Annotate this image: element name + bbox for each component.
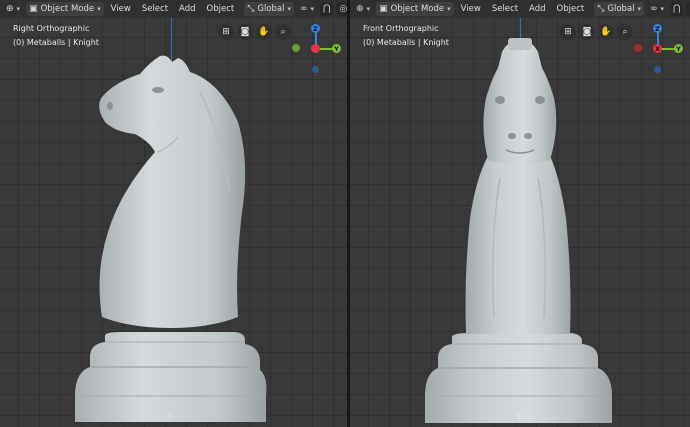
object-mode-icon: ▣ (379, 3, 388, 14)
cube-cursor-icon: ⊕ (6, 3, 14, 14)
x-axis-handle[interactable] (311, 44, 320, 53)
viewport-header: ⊕ ▾ ▣ Object Mode ▾ View Select Add Objec… (0, 0, 347, 18)
transform-orientation-icon: ⤡ (247, 3, 255, 14)
link-icon: ∞ (300, 3, 308, 14)
chevron-down-icon: ▾ (97, 5, 101, 13)
x-axis-handle[interactable]: X (653, 44, 662, 53)
chevron-down-icon: ▾ (310, 5, 315, 13)
mode-dropdown[interactable]: ▣ Object Mode ▾ (26, 2, 104, 16)
proportional-edit-toggle[interactable]: ◎ (336, 2, 347, 16)
magnet-icon: ⋂ (323, 3, 331, 14)
menu-select[interactable]: Select (138, 4, 172, 14)
neg-y-axis-handle[interactable] (292, 44, 300, 52)
viewport-header: ⊕ ▾ ▣ Object Mode ▾ View Select Add Objec… (350, 0, 690, 18)
z-axis-handle[interactable]: Z (653, 24, 662, 33)
viewport-right-ortho[interactable]: ⊕ ▾ ▣ Object Mode ▾ View Select Add Objec… (0, 0, 347, 427)
mode-label: Object Mode (390, 4, 445, 14)
menu-view[interactable]: View (457, 4, 485, 14)
orientation-dropdown[interactable]: ⤡ Global ▾ (594, 2, 645, 16)
hand-icon[interactable]: ✋ (256, 24, 272, 40)
view-name: Right Orthographic (13, 24, 90, 33)
orientation-dropdown[interactable]: ⤡ Global ▾ (244, 2, 295, 16)
chevron-down-icon: ▾ (366, 5, 371, 13)
pivot-dropdown[interactable]: ∞ ▾ (297, 2, 317, 16)
orientation-label: Global (607, 4, 635, 14)
navigation-buttons: ⊞ ◙ ✋ ⌕ (218, 24, 291, 40)
neg-z-axis-handle[interactable] (312, 66, 319, 73)
link-icon: ∞ (650, 3, 658, 14)
mode-label: Object Mode (40, 4, 95, 14)
z-axis-handle[interactable]: Z (311, 24, 320, 33)
knight-side-model[interactable] (60, 52, 280, 427)
editor-type-button[interactable]: ⊕ ▾ (3, 2, 23, 16)
editor-type-button[interactable]: ⊕ ▾ (353, 2, 373, 16)
menu-select[interactable]: Select (488, 4, 522, 14)
knight-front-model[interactable] (420, 38, 620, 427)
chevron-down-icon: ▾ (660, 5, 665, 13)
proportional-edit-icon: ◎ (339, 3, 347, 14)
transform-orientation-icon: ⤡ (597, 3, 605, 14)
3d-cursor-icon[interactable]: ⊹ (166, 412, 175, 421)
magnet-icon: ⋂ (673, 3, 681, 14)
camera-icon[interactable]: ◙ (237, 24, 253, 40)
viewport-front-ortho[interactable]: ⊕ ▾ ▣ Object Mode ▾ View Select Add Objec… (350, 0, 690, 427)
chevron-down-icon: ▾ (287, 5, 292, 13)
menu-object[interactable]: Object (203, 4, 239, 14)
collection-info: (0) Metaballs | Knight (13, 38, 99, 47)
menu-view[interactable]: View (107, 4, 135, 14)
cube-cursor-icon: ⊕ (356, 3, 364, 14)
pivot-dropdown[interactable]: ∞ ▾ (647, 2, 667, 16)
zoom-icon[interactable]: ⌕ (275, 24, 291, 40)
menu-add[interactable]: Add (525, 4, 549, 14)
chevron-down-icon: ▾ (637, 5, 642, 13)
chevron-down-icon: ▾ (16, 5, 21, 13)
chevron-down-icon: ▾ (447, 5, 451, 13)
neg-z-axis-handle[interactable] (654, 66, 661, 73)
orientation-label: Global (257, 4, 285, 14)
view-name: Front Orthographic (363, 24, 439, 33)
grid-icon[interactable]: ⊞ (218, 24, 234, 40)
snap-toggle[interactable]: ⋂ (670, 2, 684, 16)
navigation-gizmo[interactable]: Z Y (292, 24, 341, 74)
proportional-edit-toggle[interactable]: ◎ (686, 2, 690, 16)
menu-object[interactable]: Object (553, 4, 589, 14)
object-mode-icon: ▣ (29, 3, 38, 14)
mode-dropdown[interactable]: ▣ Object Mode ▾ (376, 2, 454, 16)
snap-toggle[interactable]: ⋂ (320, 2, 334, 16)
y-axis-handle[interactable]: Y (674, 44, 683, 53)
menu-add[interactable]: Add (175, 4, 199, 14)
y-axis-handle[interactable]: Y (332, 44, 341, 53)
navigation-gizmo[interactable]: Z X Y (634, 24, 683, 74)
3d-cursor-icon[interactable]: ⊹ (515, 412, 524, 421)
neg-x-axis-handle[interactable] (634, 44, 642, 52)
